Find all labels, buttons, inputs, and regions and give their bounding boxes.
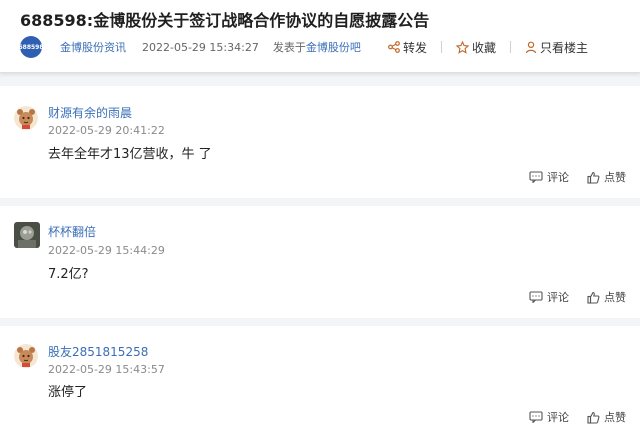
- thumbs-up-icon: [587, 291, 600, 304]
- only-author-button[interactable]: 只看楼主: [525, 39, 588, 56]
- comment-username[interactable]: 杯杯翻倍: [48, 223, 96, 240]
- comment-actions: 评论 点赞: [511, 169, 626, 185]
- like-label: 点赞: [604, 411, 626, 424]
- forum-link[interactable]: 金博股份吧: [306, 39, 361, 55]
- reply-button[interactable]: 评论: [529, 169, 569, 185]
- reply-label: 评论: [547, 411, 569, 424]
- photo-avatar-icon[interactable]: [14, 222, 40, 248]
- reply-label: 评论: [547, 171, 569, 184]
- like-button[interactable]: 点赞: [587, 289, 626, 305]
- share-button[interactable]: 转发: [388, 39, 427, 56]
- comment-time: 2022-05-29 20:41:22: [48, 124, 165, 137]
- post-meta: 688598 金博股份资讯 2022-05-29 15:34:27 发表于 金博…: [18, 36, 361, 58]
- source-logo[interactable]: 688598: [18, 36, 44, 58]
- like-label: 点赞: [604, 291, 626, 304]
- comment-icon: [529, 291, 543, 303]
- reply-button[interactable]: 评论: [529, 289, 569, 305]
- user-icon: [525, 41, 537, 53]
- comment-time: 2022-05-29 15:44:29: [48, 244, 165, 257]
- thumbs-up-icon: [587, 411, 600, 424]
- comment-username[interactable]: 股友2851815258: [48, 343, 148, 360]
- cartoon-avatar-icon[interactable]: [14, 344, 38, 368]
- comment-time: 2022-05-29 15:43:57: [48, 363, 165, 376]
- like-button[interactable]: 点赞: [587, 169, 626, 185]
- share-label: 转发: [402, 40, 427, 55]
- divider: [509, 41, 511, 53]
- comment-text: 7.2亿?: [48, 267, 89, 282]
- favorite-label: 收藏: [471, 40, 496, 55]
- comment-card: 股友2851815258 2022-05-29 15:43:57 涨停了 评论 …: [0, 326, 640, 432]
- post-header: 688598:金博股份关于签订战略合作协议的自愿披露公告 688598 金博股份…: [0, 0, 640, 73]
- post-date: 2022-05-29 15:34:27: [142, 40, 259, 54]
- only-author-label: 只看楼主: [539, 40, 588, 55]
- post-actions: 转发 收藏 只看楼主: [374, 36, 588, 58]
- comment-icon: [529, 171, 543, 183]
- comment-actions: 评论 点赞: [511, 289, 626, 305]
- comment-actions: 评论 点赞: [511, 409, 626, 425]
- thumbs-up-icon: [587, 171, 600, 184]
- comment-icon: [529, 411, 543, 423]
- comment-text: 涨停了: [48, 385, 88, 400]
- source-name-link[interactable]: 金博股份资讯: [60, 39, 126, 55]
- like-button[interactable]: 点赞: [587, 409, 626, 425]
- comment-text: 去年全年才13亿营收，牛 了: [48, 147, 212, 162]
- cartoon-avatar-icon[interactable]: [14, 106, 38, 130]
- share-icon: [388, 41, 400, 53]
- reply-label: 评论: [547, 291, 569, 304]
- reply-button[interactable]: 评论: [529, 409, 569, 425]
- favorite-button[interactable]: 收藏: [455, 39, 496, 56]
- like-label: 点赞: [604, 171, 626, 184]
- posted-prefix: 发表于: [272, 41, 306, 54]
- divider: [440, 41, 442, 53]
- post-title: 688598:金博股份关于签订战略合作协议的自愿披露公告: [20, 11, 430, 30]
- star-icon: [455, 40, 469, 54]
- comment-card: 杯杯翻倍 2022-05-29 15:44:29 7.2亿? 评论 点赞: [0, 206, 640, 318]
- comment-card: 财源有余的雨晨 2022-05-29 20:41:22 去年全年才13亿营收，牛…: [0, 86, 640, 198]
- comment-username[interactable]: 财源有余的雨晨: [48, 104, 132, 121]
